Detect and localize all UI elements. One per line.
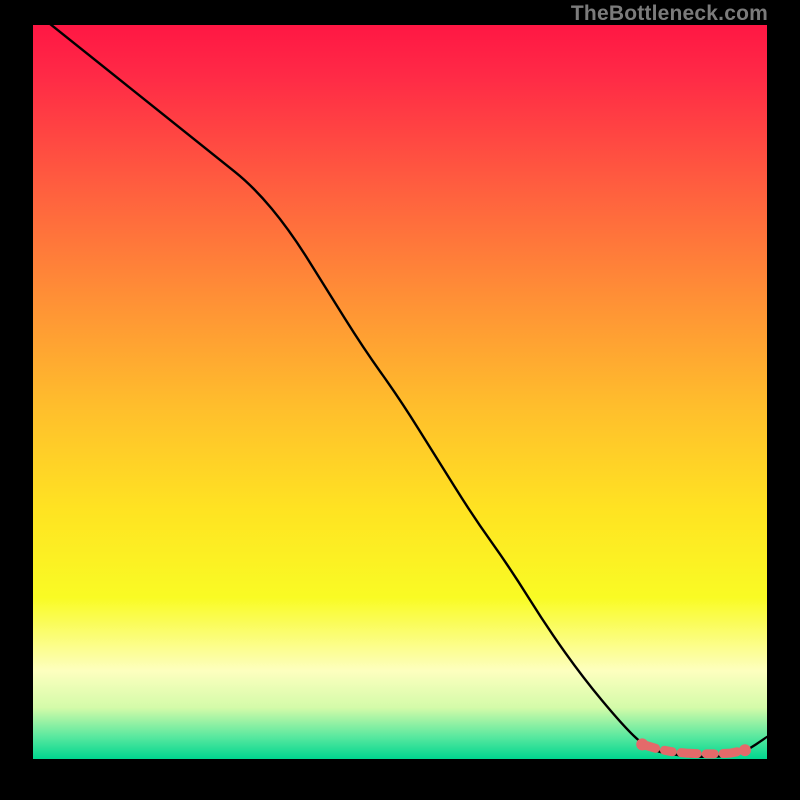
chart-stage: TheBottleneck.com [0, 0, 800, 800]
bottleneck-chart [33, 25, 767, 759]
chart-background [33, 25, 767, 759]
watermark-label: TheBottleneck.com [571, 2, 768, 26]
